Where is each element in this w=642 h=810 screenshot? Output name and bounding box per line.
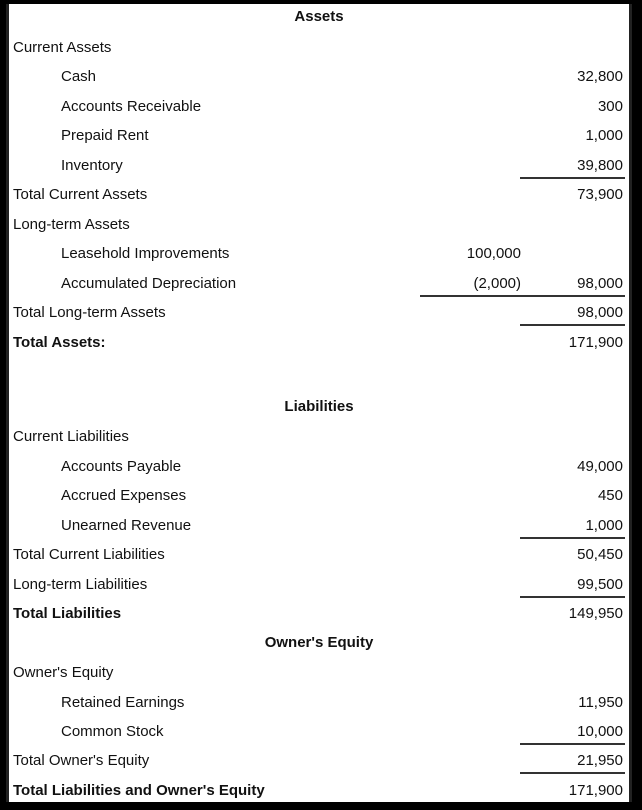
row-label: Owner's Equity xyxy=(13,664,114,681)
row-label: Total Liabilities xyxy=(13,605,122,622)
row-cash: Cash 32,800 xyxy=(9,62,629,91)
row-label: Accrued Expenses xyxy=(61,487,187,504)
row-value: 50,450 xyxy=(577,546,623,563)
equity-heading: Owner's Equity xyxy=(264,634,374,651)
balance-sheet-frame: Assets Current Assets Cash 32,800 Accoun… xyxy=(6,4,632,802)
row-value: 39,800 xyxy=(577,157,623,174)
row-accounts-payable: Accounts Payable 49,000 xyxy=(9,452,629,481)
row-label: Total Owner's Equity xyxy=(13,752,150,769)
row-value: 21,950 xyxy=(577,752,623,769)
row-inventory: Inventory 39,800 xyxy=(9,151,629,180)
row-common-stock: Common Stock 10,000 xyxy=(9,717,629,746)
row-current-liabilities: Current Liabilities xyxy=(9,422,629,451)
row-value: 171,900 xyxy=(568,782,623,799)
row-total-current-assets: Total Current Assets 73,900 xyxy=(9,180,629,209)
row-prepaid-rent: Prepaid Rent 1,000 xyxy=(9,121,629,150)
row-value: 300 xyxy=(597,98,623,115)
row-label: Current Liabilities xyxy=(13,428,129,445)
row-value: 98,000 xyxy=(577,304,623,321)
row-value: 99,500 xyxy=(577,576,623,593)
row-value: 73,900 xyxy=(577,186,623,203)
row-total-current-liabilities: Total Current Liabilities 50,450 xyxy=(9,540,629,569)
row-label: Total Assets: xyxy=(13,334,106,351)
row-value: (2,000) xyxy=(473,275,521,292)
row-label: Accumulated Depreciation xyxy=(61,275,237,292)
row-value: 450 xyxy=(597,487,623,504)
row-value: 1,000 xyxy=(585,517,623,534)
row-total-assets: Total Assets: 171,900 xyxy=(9,328,629,357)
row-label: Prepaid Rent xyxy=(61,127,149,144)
row-value: 100,000 xyxy=(466,245,521,262)
row-current-assets: Current Assets xyxy=(9,33,629,62)
row-value: 149,950 xyxy=(568,605,623,622)
row-label: Retained Earnings xyxy=(61,694,185,711)
underline xyxy=(520,537,625,539)
row-total-owners-equity: Total Owner's Equity 21,950 xyxy=(9,746,629,775)
underline xyxy=(420,295,625,297)
row-label: Common Stock xyxy=(61,723,164,740)
row-total-liabilities: Total Liabilities 149,950 xyxy=(9,599,629,628)
row-value: 49,000 xyxy=(577,458,623,475)
row-accounts-receivable: Accounts Receivable 300 xyxy=(9,92,629,121)
underline xyxy=(520,177,625,179)
row-unearned-revenue: Unearned Revenue 1,000 xyxy=(9,511,629,540)
liabilities-heading: Liabilities xyxy=(284,398,354,415)
row-accrued-expenses: Accrued Expenses 450 xyxy=(9,481,629,510)
row-value: 10,000 xyxy=(577,723,623,740)
balance-sheet: Assets Current Assets Cash 32,800 Accoun… xyxy=(9,4,629,802)
row-leasehold: Leasehold Improvements 100,000 xyxy=(9,239,629,268)
row-label: Cash xyxy=(61,68,97,85)
row-value: 171,900 xyxy=(568,334,623,351)
underline xyxy=(520,596,625,598)
row-label: Inventory xyxy=(61,157,123,174)
row-value: 11,950 xyxy=(578,694,623,711)
row-long-term-assets: Long-term Assets xyxy=(9,210,629,239)
row-label: Total Liabilities and Owner's Equity xyxy=(13,782,265,799)
row-total-liabilities-equity: Total Liabilities and Owner's Equity 171… xyxy=(9,776,629,805)
underline xyxy=(520,743,625,745)
row-label: Leasehold Improvements xyxy=(61,245,230,262)
assets-heading: Assets xyxy=(294,8,344,25)
row-accum-dep: Accumulated Depreciation (2,000) 98,000 xyxy=(9,269,629,298)
row-label: Long-term Assets xyxy=(13,216,130,233)
row-value: 32,800 xyxy=(577,68,623,85)
row-long-term-liabilities: Long-term Liabilities 99,500 xyxy=(9,570,629,599)
row-label: Long-term Liabilities xyxy=(13,576,148,593)
row-label: Current Assets xyxy=(13,39,112,56)
row-owners-equity: Owner's Equity xyxy=(9,658,629,687)
row-label: Unearned Revenue xyxy=(61,517,192,534)
row-label: Accounts Receivable xyxy=(61,98,202,115)
row-label: Total Current Liabilities xyxy=(13,546,165,563)
row-label: Total Current Assets xyxy=(13,186,148,203)
row-total-long-term-assets: Total Long-term Assets 98,000 xyxy=(9,298,629,327)
underline xyxy=(520,324,625,326)
underline xyxy=(520,772,625,774)
row-net-value: 98,000 xyxy=(577,275,623,292)
row-value: 1,000 xyxy=(585,127,623,144)
row-retained-earnings: Retained Earnings 11,950 xyxy=(9,688,629,717)
row-label: Accounts Payable xyxy=(61,458,182,475)
row-label: Total Long-term Assets xyxy=(13,304,166,321)
